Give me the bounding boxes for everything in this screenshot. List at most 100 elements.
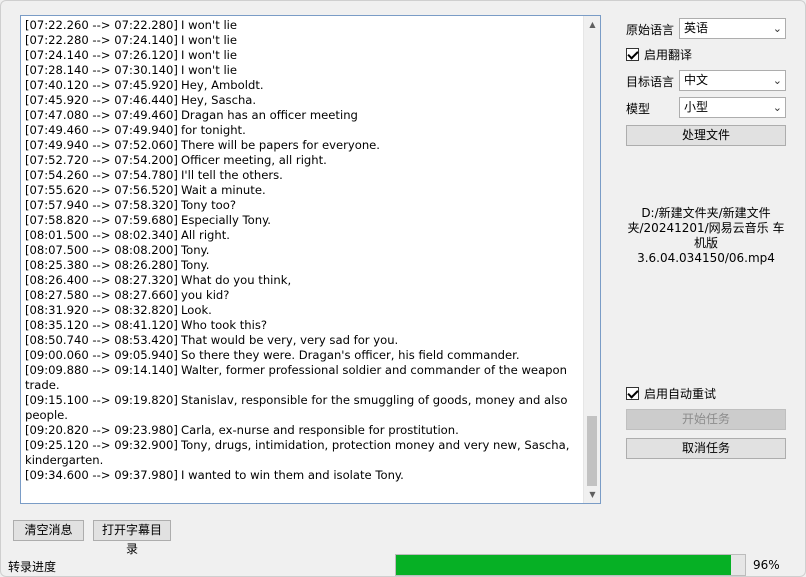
log-timestamp: [07:40.120 --> 07:45.920] — [25, 78, 178, 92]
log-timestamp: [08:07.500 --> 08:08.200] — [25, 243, 178, 257]
model-value: 小型 — [684, 100, 709, 114]
target-language-label: 目标语言 — [626, 75, 675, 89]
log-text: That would be very, very sad for you. — [181, 333, 399, 347]
log-timestamp: [07:49.460 --> 07:49.940] — [25, 123, 178, 137]
subtitle-log[interactable]: [07:22.260 --> 07:22.280] I won't lie [07:… — [20, 15, 601, 504]
start-task-button[interactable]: 开始任务 — [626, 409, 786, 430]
log-line: [07:52.720 --> 07:54.200] Officer meeting… — [25, 153, 583, 168]
transcription-progress-label: 转录进度 — [8, 560, 57, 574]
log-timestamp: [07:45.920 --> 07:46.440] — [25, 93, 178, 107]
log-timestamp: [08:50.740 --> 08:53.420] — [25, 333, 178, 347]
log-text: Tony. — [181, 243, 210, 257]
target-language-select[interactable]: 中文 ⌄ — [679, 70, 786, 91]
progress-fill — [396, 555, 732, 575]
target-language-value: 中文 — [684, 73, 709, 87]
log-text: So there they were. Dragan's officer, hi… — [181, 348, 520, 362]
source-language-label: 原始语言 — [626, 23, 675, 37]
log-line: [07:22.260 --> 07:22.280] I won't lie — [25, 18, 583, 33]
log-timestamp: [07:57.940 --> 07:58.320] — [25, 198, 178, 212]
log-line: [08:31.920 --> 08:32.820] Look. — [25, 303, 583, 318]
log-timestamp: [07:28.140 --> 07:30.140] — [25, 63, 178, 77]
log-timestamp: [07:24.140 --> 07:26.120] — [25, 48, 178, 62]
log-text: All right. — [181, 228, 230, 242]
log-text: Especially Tony. — [181, 213, 271, 227]
log-timestamp: [09:00.060 --> 09:05.940] — [25, 348, 178, 362]
log-timestamp: [07:22.260 --> 07:22.280] — [25, 18, 178, 32]
enable-translate-label: 启用翻译 — [644, 48, 693, 62]
log-line: [09:25.120 --> 09:32.900] Tony, drugs, in… — [25, 438, 583, 468]
source-language-select[interactable]: 英语 ⌄ — [679, 18, 786, 39]
log-timestamp: [08:26.400 --> 08:27.320] — [25, 273, 178, 287]
chevron-down-icon: ⌄ — [772, 22, 782, 35]
log-timestamp: [07:47.080 --> 07:49.460] — [25, 108, 178, 122]
log-timestamp: [07:55.620 --> 07:56.520] — [25, 183, 178, 197]
log-text: I won't lie — [181, 48, 238, 62]
log-line: [09:34.600 --> 09:37.980] I wanted to win… — [25, 468, 583, 483]
log-lines: [07:22.260 --> 07:22.280] I won't lie [07:… — [25, 18, 583, 483]
log-line: [07:45.920 --> 07:46.440] Hey, Sascha. — [25, 93, 583, 108]
log-timestamp: [08:25.380 --> 08:26.280] — [25, 258, 178, 272]
log-text: Who took this? — [181, 318, 268, 332]
model-select[interactable]: 小型 ⌄ — [679, 97, 786, 118]
log-text: Tony. — [181, 258, 210, 272]
log-timestamp: [08:27.580 --> 08:27.660] — [25, 288, 178, 302]
log-text: Hey, Amboldt. — [181, 78, 264, 92]
log-text: Wait a minute. — [181, 183, 266, 197]
log-line: [07:49.940 --> 07:52.060] There will be p… — [25, 138, 583, 153]
log-timestamp: [07:52.720 --> 07:54.200] — [25, 153, 178, 167]
log-line: [07:49.460 --> 07:49.940] for tonight. — [25, 123, 583, 138]
chevron-down-icon: ⌄ — [772, 74, 782, 87]
log-line: [09:09.880 --> 09:14.140] Walter, former … — [25, 363, 583, 393]
log-line: [07:28.140 --> 07:30.140] I won't lie — [25, 63, 583, 78]
log-line: [09:15.100 --> 09:19.820] Stanislav, resp… — [25, 393, 583, 423]
log-timestamp: [07:54.260 --> 07:54.780] — [25, 168, 178, 182]
log-text: for tonight. — [181, 123, 246, 137]
scroll-up-icon[interactable]: ▲ — [584, 16, 601, 33]
model-label: 模型 — [626, 102, 651, 116]
log-line: [07:55.620 --> 07:56.520] Wait a minute. — [25, 183, 583, 198]
log-line: [08:50.740 --> 08:53.420] That would be v… — [25, 333, 583, 348]
log-line: [08:25.380 --> 08:26.280] Tony. — [25, 258, 583, 273]
log-text: I wanted to win them and isolate Tony. — [181, 468, 404, 482]
log-text: I won't lie — [181, 63, 238, 77]
chevron-down-icon: ⌄ — [772, 101, 782, 114]
cancel-task-button[interactable]: 取消任务 — [626, 438, 786, 459]
scroll-down-icon[interactable]: ▼ — [584, 486, 601, 503]
log-text: I won't lie — [181, 18, 238, 32]
log-text: Officer meeting, all right. — [181, 153, 327, 167]
log-text: I'll tell the others. — [181, 168, 283, 182]
log-timestamp: [09:20.820 --> 09:23.980] — [25, 423, 178, 437]
main-window: [07:22.260 --> 07:22.280] I won't lie [07:… — [0, 0, 806, 577]
transcription-progress-bar — [395, 554, 746, 576]
checkbox-checked-icon — [626, 387, 639, 400]
scroll-thumb[interactable] — [587, 416, 597, 486]
log-line: [09:20.820 --> 09:23.980] Carla, ex-nurse… — [25, 423, 583, 438]
log-line: [08:07.500 --> 08:08.200] Tony. — [25, 243, 583, 258]
log-timestamp: [09:15.100 --> 09:19.820] — [25, 393, 178, 407]
log-timestamp: [07:49.940 --> 07:52.060] — [25, 138, 178, 152]
log-line: [08:27.580 --> 08:27.660] you kid? — [25, 288, 583, 303]
log-line: [07:58.820 --> 07:59.680] Especially Tony… — [25, 213, 583, 228]
process-file-button[interactable]: 处理文件 — [626, 125, 786, 146]
log-line: [08:26.400 --> 08:27.320] What do you thi… — [25, 273, 583, 288]
auto-retry-checkbox[interactable]: 启用自动重试 — [626, 385, 716, 402]
log-scrollbar[interactable]: ▲ ▼ — [583, 16, 600, 503]
progress-percent-text: 96% — [753, 558, 780, 572]
log-line: [07:54.260 --> 07:54.780] I'll tell the o… — [25, 168, 583, 183]
checkbox-checked-icon — [626, 48, 639, 61]
auto-retry-label: 启用自动重试 — [644, 387, 717, 401]
log-line: [08:35.120 --> 08:41.120] Who took this? — [25, 318, 583, 333]
enable-translate-checkbox[interactable]: 启用翻译 — [626, 46, 692, 63]
log-text: Dragan has an officer meeting — [181, 108, 358, 122]
open-subtitle-dir-button[interactable]: 打开字幕目录 — [93, 520, 171, 556]
log-timestamp: [08:31.920 --> 08:32.820] — [25, 303, 178, 317]
log-timestamp: [07:22.280 --> 07:24.140] — [25, 33, 178, 47]
log-line: [09:00.060 --> 09:05.940] So there they w… — [25, 348, 583, 363]
file-path-text: D:/新建文件夹/新建文件夹/20241201/网易云音乐 车机版 3.6.04… — [627, 206, 785, 265]
log-line: [08:01.500 --> 08:02.340] All right. — [25, 228, 583, 243]
log-line: [07:40.120 --> 07:45.920] Hey, Amboldt. — [25, 78, 583, 93]
log-timestamp: [08:01.500 --> 08:02.340] — [25, 228, 178, 242]
clear-messages-button[interactable]: 清空消息 — [13, 520, 84, 541]
log-timestamp: [09:09.880 --> 09:14.140] — [25, 363, 178, 377]
log-text: you kid? — [181, 288, 230, 302]
